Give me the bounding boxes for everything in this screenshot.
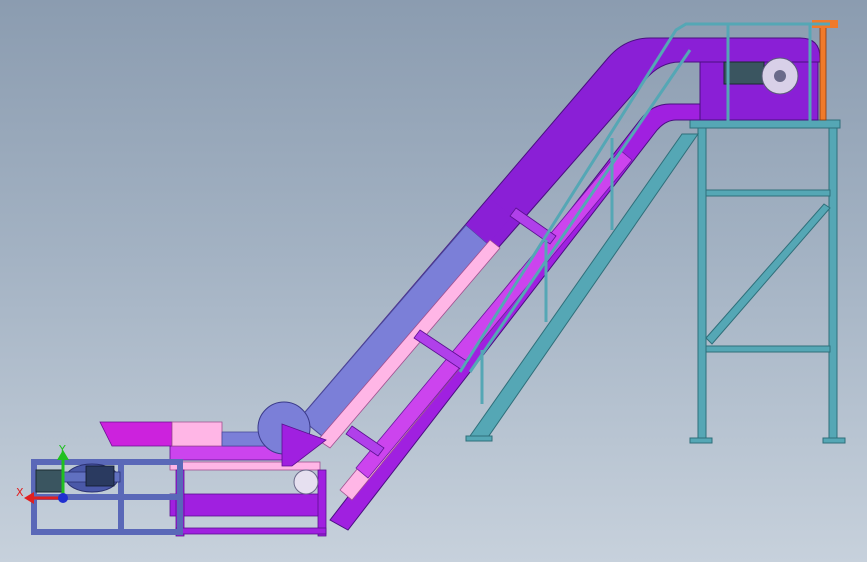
tower-beam-1 <box>705 189 831 197</box>
hopper-right <box>171 421 223 447</box>
tower-top-beam <box>689 119 841 129</box>
head-guard <box>819 25 827 121</box>
head-motor <box>723 61 765 85</box>
tower-brace <box>705 203 831 345</box>
support-tower[interactable] <box>689 119 846 444</box>
hopper-left <box>99 421 173 447</box>
head-pulley-hub <box>774 70 786 82</box>
belt-blue-segment <box>299 224 489 437</box>
feed-frame-base <box>175 527 327 535</box>
hopper[interactable] <box>99 421 283 447</box>
base-drive[interactable] <box>31 459 183 535</box>
feed-belt-strip <box>169 461 321 471</box>
tower-leg-right <box>828 123 838 443</box>
tower-foot-right <box>822 437 846 444</box>
drive-motor <box>35 469 65 493</box>
lower-roller <box>293 469 319 495</box>
tower-leg-left <box>697 123 707 443</box>
tower-beam-2 <box>705 345 831 353</box>
cad-viewport[interactable]: Y X <box>0 0 867 562</box>
stringer-foot <box>465 435 493 442</box>
drive-housing <box>85 465 115 487</box>
tower-foot-left <box>689 437 713 444</box>
feed-frame-right <box>317 469 327 537</box>
feed-belt-lower <box>169 493 321 517</box>
conveyor-model[interactable] <box>0 0 867 562</box>
base-mid-rail <box>34 494 180 500</box>
head-drive[interactable] <box>699 20 838 121</box>
